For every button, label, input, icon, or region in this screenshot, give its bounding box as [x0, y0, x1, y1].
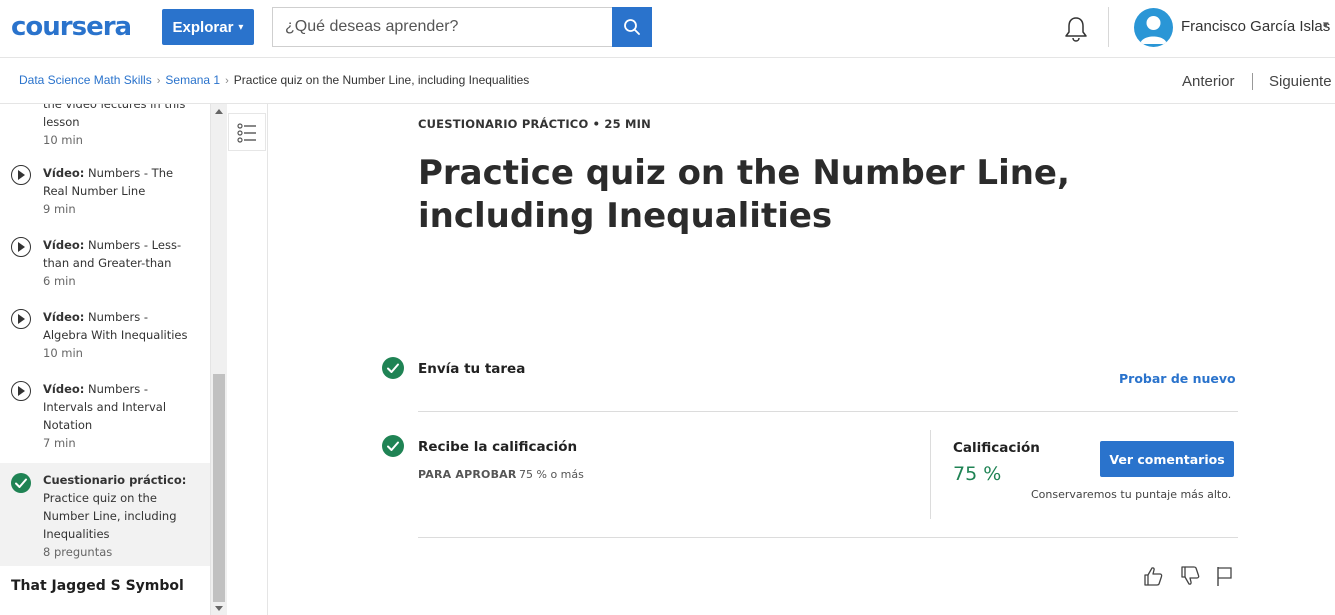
header-divider [1108, 7, 1109, 47]
course-sidebar: the video lectures in this lesson 10 min… [0, 104, 210, 615]
outline-toggle-button[interactable] [228, 113, 266, 151]
sidebar-section-title[interactable]: That Jagged S Symbol [11, 578, 184, 594]
chevron-right-icon: › [225, 75, 229, 87]
search-button[interactable] [612, 7, 652, 47]
check-icon [11, 473, 31, 493]
retry-link[interactable]: Probar de nuevo [1119, 371, 1236, 386]
play-icon [11, 309, 31, 329]
chevron-down-icon: ▾ [238, 21, 244, 33]
check-icon [382, 435, 404, 457]
outline-list-icon [237, 123, 256, 143]
search-input[interactable] [272, 7, 613, 47]
view-feedback-button[interactable]: Ver comentarios [1100, 441, 1234, 477]
play-icon [11, 237, 31, 257]
next-link[interactable]: Siguiente [1269, 73, 1332, 90]
scroll-up-icon[interactable] [215, 109, 223, 114]
sidebar-item-video[interactable]: Vídeo: Numbers - The Real Number Line 9 … [0, 164, 210, 234]
sidebar-item-reading[interactable]: the video lectures in this lesson 10 min [0, 104, 210, 150]
highest-score-note: Conservaremos tu puntaje más alto. [1031, 488, 1232, 501]
breadcrumb-week[interactable]: Semana 1 [165, 73, 220, 87]
check-icon [382, 357, 404, 379]
user-avatar-icon[interactable] [1134, 8, 1173, 47]
sidebar-item-video[interactable]: Vídeo: Numbers - Algebra With Inequaliti… [0, 308, 210, 378]
sidebar-item-meta: 9 min [43, 202, 76, 216]
sidebar-item-meta: 6 min [43, 274, 76, 288]
vertical-divider [930, 430, 931, 519]
breadcrumb-bar: Data Science Math Skills › Semana 1 › Practi… [0, 59, 1335, 104]
sidebar-item-title: the video lectures in this lesson [43, 104, 186, 129]
play-icon [11, 165, 31, 185]
chevron-down-icon[interactable]: ▾ [1323, 18, 1329, 31]
sidebar-item-video[interactable]: Vídeo: Numbers - Intervals and Interval … [0, 380, 210, 464]
divider [418, 411, 1238, 412]
bell-icon[interactable] [1063, 15, 1089, 43]
grade-label: Calificación [953, 440, 1040, 456]
search-icon [624, 19, 640, 35]
item-kicker: CUESTIONARIO PRÁCTICO • 25 MIN [418, 117, 651, 131]
breadcrumb: Data Science Math Skills › Semana 1 › Practi… [19, 73, 529, 87]
chevron-right-icon: › [156, 75, 161, 87]
grade-step-title: Recibe la calificación [418, 439, 578, 455]
breadcrumb-course[interactable]: Data Science Math Skills [19, 73, 152, 87]
sidebar-item-meta: 10 min [43, 346, 83, 360]
sidebar-item-title: Vídeo: Numbers - Less-than and Greater-t… [43, 238, 182, 270]
scroll-down-icon[interactable] [215, 606, 223, 611]
nav-divider [1252, 73, 1253, 90]
sidebar-item-meta: 8 preguntas [43, 545, 113, 559]
sidebar-item-meta: 10 min [43, 133, 83, 147]
top-navbar: coursera Explorar ▾ Francisco García Isl… [0, 0, 1335, 58]
sidebar-scrollbar[interactable] [210, 104, 227, 615]
flag-icon[interactable] [1214, 565, 1236, 587]
breadcrumb-current: Practice quiz on the Number Line, includ… [233, 73, 530, 87]
thumbs-up-icon[interactable] [1142, 565, 1164, 587]
page-title: Practice quiz on the Number Line, includ… [418, 153, 1070, 236]
sidebar-item-title: Cuestionario práctico: Practice quiz on t… [43, 473, 187, 541]
pass-value: 75 % o más [519, 468, 584, 481]
sidebar-item-quiz-active[interactable]: Cuestionario práctico: Practice quiz on t… [0, 463, 210, 566]
grade-value: 75 % [953, 463, 1002, 485]
outline-column [227, 104, 268, 615]
pass-label: PARA APROBAR [418, 468, 517, 481]
previous-link[interactable]: Anterior [1182, 73, 1235, 90]
sidebar-item-title: Vídeo: Numbers - Algebra With Inequaliti… [43, 310, 188, 342]
coursera-logo[interactable]: coursera [11, 12, 132, 42]
user-name[interactable]: Francisco García Islas [1181, 18, 1330, 35]
sidebar-item-video[interactable]: Vídeo: Numbers - Less-than and Greater-t… [0, 236, 210, 306]
thumbs-down-icon[interactable] [1179, 565, 1201, 587]
play-icon [11, 381, 31, 401]
sidebar-item-meta: 7 min [43, 436, 76, 450]
submit-step-title: Envía tu tarea [418, 361, 526, 377]
explore-label: Explorar [172, 18, 234, 36]
sidebar-item-title: Vídeo: Numbers - Intervals and Interval … [43, 382, 167, 432]
scroll-thumb[interactable] [213, 374, 225, 602]
divider [418, 537, 1238, 538]
sidebar-item-title: Vídeo: Numbers - The Real Number Line [43, 166, 174, 198]
explore-button[interactable]: Explorar ▾ [162, 9, 254, 45]
